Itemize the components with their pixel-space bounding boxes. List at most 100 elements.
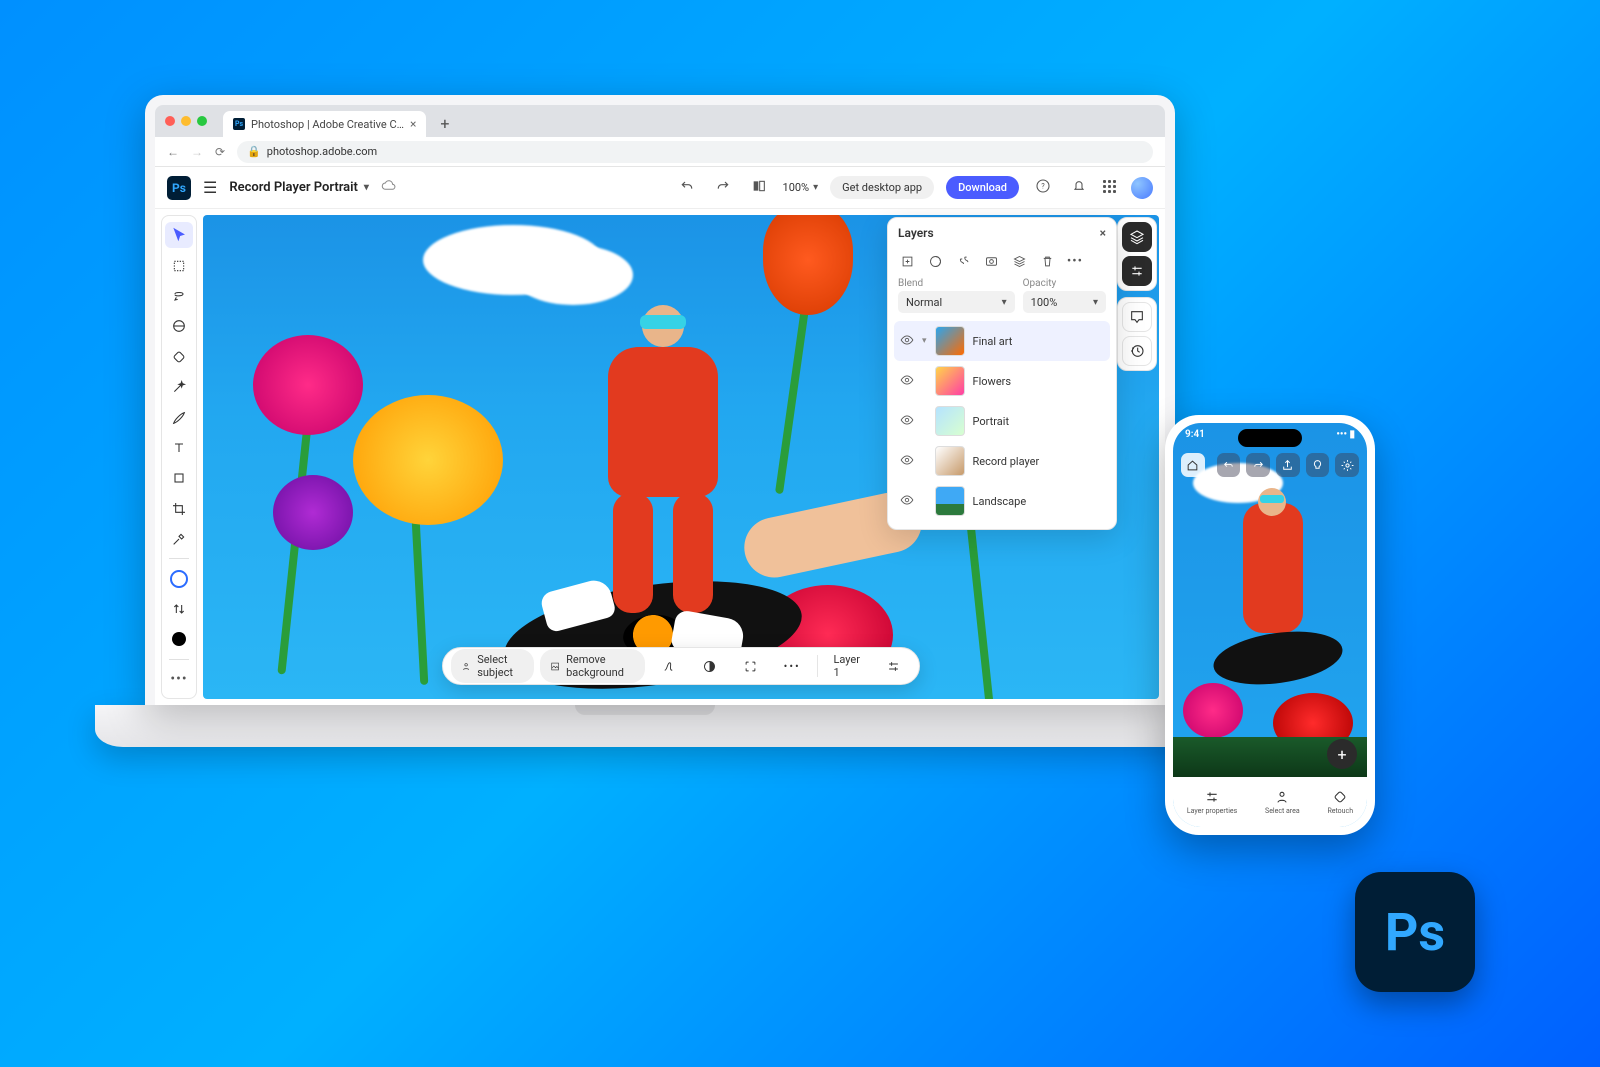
artwork-flower [763,215,853,315]
visibility-toggle-icon[interactable] [900,413,914,430]
shape-tool[interactable] [165,465,193,491]
help-icon[interactable]: ? [1031,174,1055,202]
close-tab-icon[interactable]: × [410,117,416,131]
menu-button[interactable]: ☰ [203,178,217,197]
get-desktop-app-button[interactable]: Get desktop app [830,176,934,199]
adjustments-panel-toggle[interactable] [1122,256,1152,286]
zoom-value: 100% [783,181,810,194]
layers-panel-toggle[interactable] [1122,222,1152,252]
address-bar[interactable]: 🔒 photoshop.adobe.com [237,141,1153,163]
brush-tool[interactable] [165,404,193,430]
workspace: ••• [155,209,1165,705]
settings-button[interactable] [1335,453,1359,477]
select-subject-button[interactable]: Select subject [451,649,534,683]
layer-row[interactable]: ▾ Landscape [894,481,1110,521]
sunglasses-icon [640,315,686,329]
comments-panel-toggle[interactable] [1122,302,1152,332]
adjustments-icon[interactable] [692,655,727,678]
type-tool[interactable] [165,435,193,461]
redo-button[interactable] [1246,453,1270,477]
browser-window: Ps Photoshop | Adobe Creative C… × + ← →… [155,105,1165,705]
visibility-toggle-icon[interactable] [900,493,914,510]
generative-fill-icon[interactable] [651,655,686,678]
artwork-cloud [513,245,633,305]
minimize-window-icon[interactable] [181,116,191,126]
more-actions-button[interactable]: ••• [774,656,811,677]
layer-properties-tab[interactable]: Layer properties [1187,789,1237,815]
stroke-color-swatch[interactable] [165,565,193,591]
layer-thumbnail [935,366,965,396]
select-area-tab[interactable]: Select area [1265,789,1300,815]
remove-background-button[interactable]: Remove background [540,649,645,683]
blend-label: Blend [898,278,1015,289]
visibility-toggle-icon[interactable] [900,453,914,470]
blend-mode-dropdown[interactable]: Normal▾ [898,291,1015,313]
maximize-window-icon[interactable] [197,116,207,126]
browser-tabstrip: Ps Photoshop | Adobe Creative C… × + [155,105,1165,137]
tab-label: Retouch [1327,807,1353,815]
compare-icon[interactable] [747,174,771,202]
magic-tool[interactable] [165,374,193,400]
layer-effects-icon[interactable] [954,252,972,270]
laptop-mockup: Ps Photoshop | Adobe Creative C… × + ← →… [130,95,1190,755]
layer-row[interactable]: ▾ Record player [894,441,1110,481]
move-tool[interactable] [165,222,193,248]
group-layers-icon[interactable] [1010,252,1028,270]
add-layer-icon[interactable] [898,252,916,270]
favicon-icon: Ps [233,118,245,130]
more-layer-options-icon[interactable]: ••• [1066,252,1084,270]
delete-layer-icon[interactable] [1038,252,1056,270]
adjustment-layer-icon[interactable] [926,252,944,270]
new-tab-button[interactable]: + [440,114,449,133]
close-panel-icon[interactable]: × [1100,226,1106,240]
home-button[interactable] [1181,453,1205,477]
cloud-status-icon[interactable] [381,178,396,197]
browser-tab[interactable]: Ps Photoshop | Adobe Creative C… × [223,111,426,137]
marquee-tool[interactable] [165,252,193,278]
forward-button[interactable]: → [191,145,203,159]
user-avatar[interactable] [1131,177,1153,199]
layer-properties-icon[interactable] [876,655,911,678]
transform-icon[interactable] [733,655,768,678]
history-panel-toggle[interactable] [1122,336,1152,366]
lasso-tool[interactable] [165,283,193,309]
visibility-toggle-icon[interactable] [900,373,914,390]
layer-row[interactable]: ▾ Portrait [894,401,1110,441]
phone-bottom-bar: Layer properties Select area Retouch [1173,777,1367,827]
app-switcher-icon[interactable] [1103,180,1119,196]
select-subject-label: Select subject [477,653,524,679]
undo-button[interactable] [675,174,699,202]
redo-button[interactable] [711,174,735,202]
phone-status-bar: 9:41 ••• ▮ [1185,429,1355,440]
crop-tool[interactable] [165,496,193,522]
remove-bg-label: Remove background [566,653,635,679]
back-button[interactable]: ← [167,145,179,159]
document-title[interactable]: Record Player Portrait ▾ [229,180,369,195]
swap-colors-icon[interactable] [165,596,193,622]
phone-time: 9:41 [1185,429,1205,440]
add-button[interactable]: + [1327,739,1357,769]
visibility-toggle-icon[interactable] [900,333,914,350]
app-logo-icon[interactable]: Ps [167,176,191,200]
layer-row[interactable]: ▾ Flowers [894,361,1110,401]
panel-group [1117,217,1157,291]
eyedropper-tool[interactable] [165,526,193,552]
zoom-dropdown[interactable]: 100% ▾ [783,181,819,194]
active-layer-label[interactable]: Layer 1 [823,649,870,683]
mask-icon[interactable] [982,252,1000,270]
close-window-icon[interactable] [165,116,175,126]
opacity-dropdown[interactable]: 100%▾ [1023,291,1106,313]
more-tools-button[interactable]: ••• [165,666,193,692]
download-button[interactable]: Download [946,176,1019,199]
retouch-tab[interactable]: Retouch [1327,789,1353,815]
tips-button[interactable] [1306,453,1330,477]
adjust-tool[interactable] [165,313,193,339]
share-button[interactable] [1276,453,1300,477]
notifications-icon[interactable] [1067,174,1091,202]
fill-color-swatch[interactable] [165,626,193,652]
layers-panel: Layers × ••• Blend [887,217,1117,530]
reload-button[interactable]: ⟳ [215,145,225,159]
layer-row[interactable]: ▾ Final art [894,321,1110,361]
heal-tool[interactable] [165,344,193,370]
undo-button[interactable] [1217,453,1241,477]
